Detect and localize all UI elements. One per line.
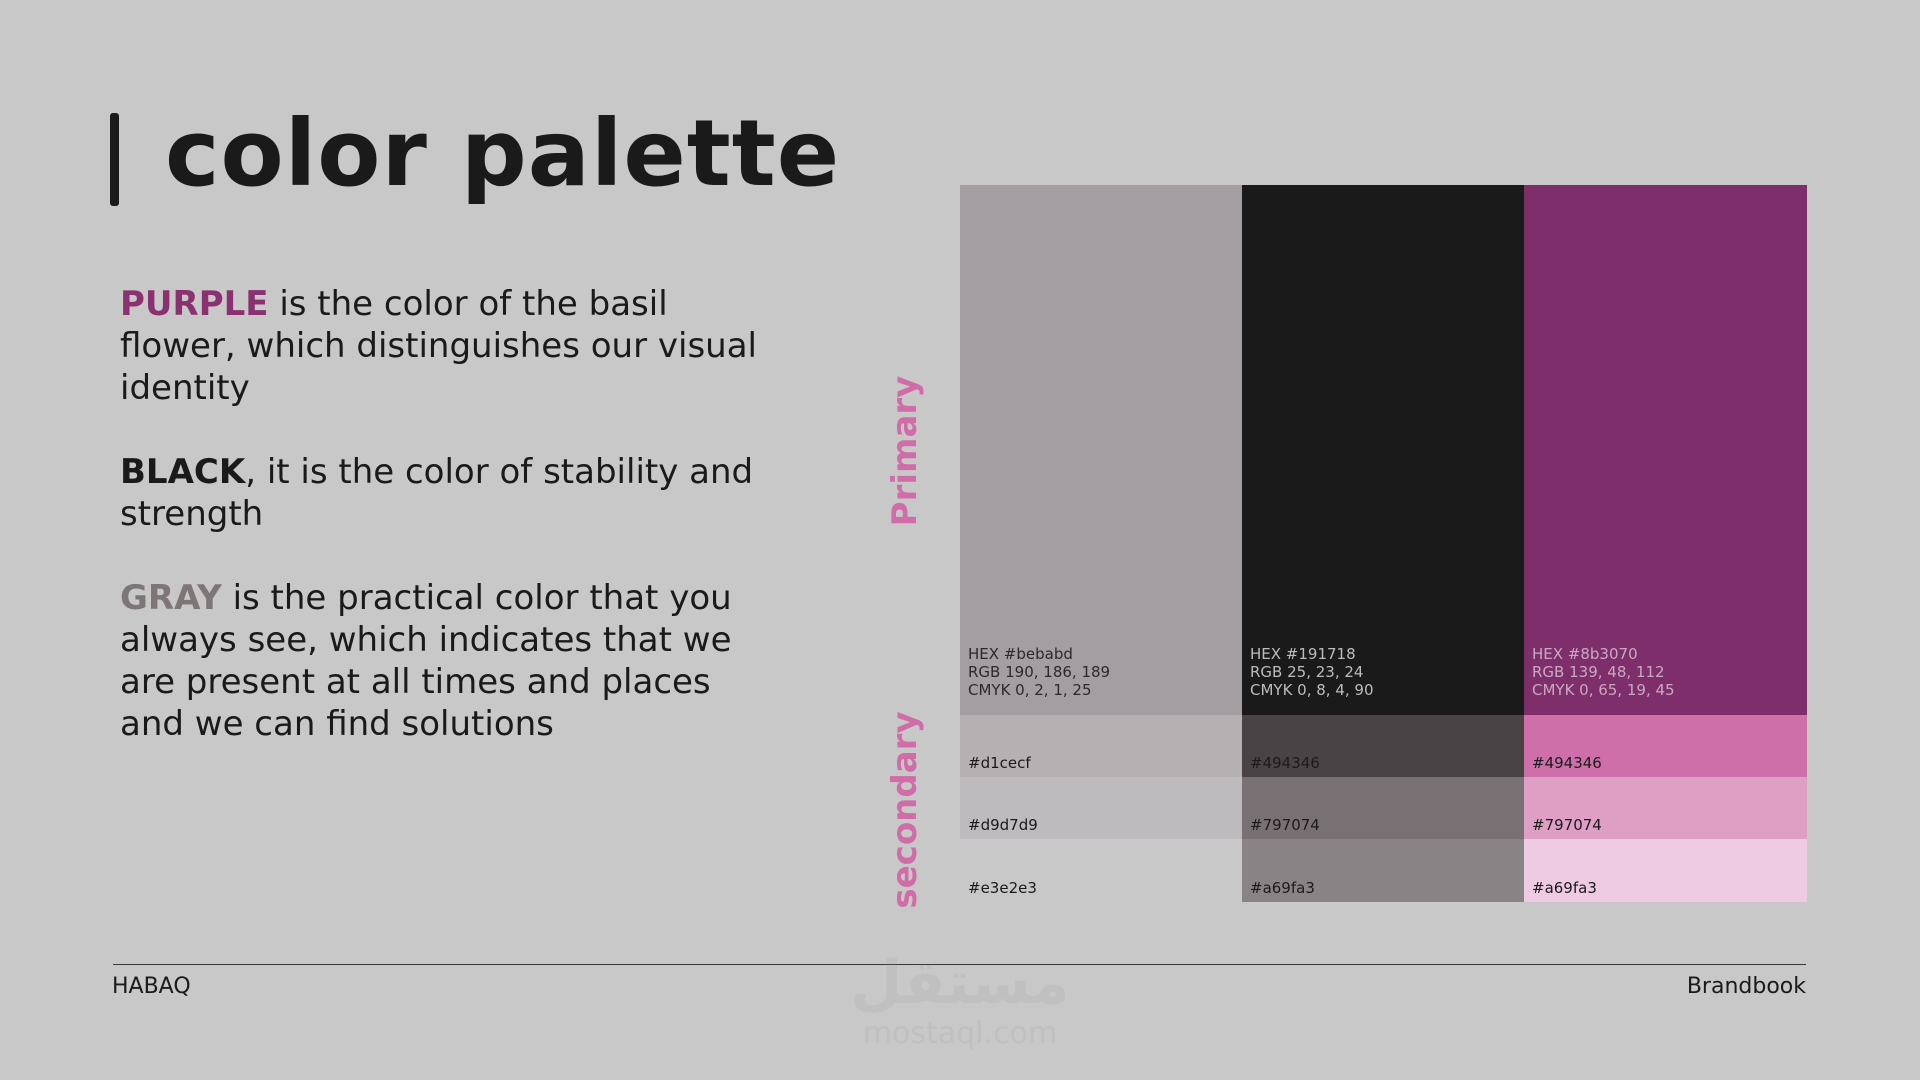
cmyk-value: CMYK 0, 2, 1, 25 xyxy=(968,681,1092,699)
palette-column-gray: HEX #bebabd RGB 190, 186, 189 CMYK 0, 2,… xyxy=(960,185,1242,902)
secondary-swatch: #797074 xyxy=(1242,777,1524,839)
secondary-swatch-label: #494346 xyxy=(1532,754,1602,772)
secondary-swatch: #494346 xyxy=(1242,715,1524,777)
secondary-swatch: #494346 xyxy=(1524,715,1807,777)
palette-column-black: HEX #191718 RGB 25, 23, 24 CMYK 0, 8, 4,… xyxy=(1242,185,1524,902)
primary-swatch-black: HEX #191718 RGB 25, 23, 24 CMYK 0, 8, 4,… xyxy=(1242,185,1524,715)
secondary-swatch: #a69fa3 xyxy=(1524,839,1807,902)
title-accent-bar xyxy=(110,113,119,206)
secondary-swatch-label: #797074 xyxy=(1250,816,1320,834)
secondary-label: secondary xyxy=(885,711,925,909)
secondary-swatch: #e3e2e3 xyxy=(960,839,1242,902)
description-paragraph-purple: PURPLE is the color of the basil flower,… xyxy=(120,283,770,409)
secondary-swatch-label: #a69fa3 xyxy=(1532,879,1597,897)
secondary-swatch-label: #a69fa3 xyxy=(1250,879,1315,897)
keyword-purple: PURPLE xyxy=(120,284,269,324)
description-paragraph-black: BLACK, it is the color of stability and … xyxy=(120,451,770,535)
footer-brand: HABAQ xyxy=(112,974,191,999)
primary-swatch-purple: HEX #8b3070 RGB 139, 48, 112 CMYK 0, 65,… xyxy=(1524,185,1807,715)
secondary-swatch-label: #e3e2e3 xyxy=(968,879,1037,897)
hex-value: HEX #191718 xyxy=(1250,645,1356,663)
secondary-swatch: #d9d7d9 xyxy=(960,777,1242,839)
rgb-value: RGB 25, 23, 24 xyxy=(1250,663,1364,681)
hex-value: HEX #8b3070 xyxy=(1532,645,1638,663)
color-palette-grid: HEX #bebabd RGB 190, 186, 189 CMYK 0, 2,… xyxy=(960,185,1807,902)
watermark-arabic-text: مستقل xyxy=(850,948,1070,1018)
palette-column-purple: HEX #8b3070 RGB 139, 48, 112 CMYK 0, 65,… xyxy=(1524,185,1807,902)
footer-document-type: Brandbook xyxy=(1686,974,1806,999)
primary-swatch-gray: HEX #bebabd RGB 190, 186, 189 CMYK 0, 2,… xyxy=(960,185,1242,715)
secondary-swatch-label: #d9d7d9 xyxy=(968,816,1038,834)
rgb-value: RGB 190, 186, 189 xyxy=(968,663,1111,681)
secondary-swatch: #797074 xyxy=(1524,777,1807,839)
secondary-swatch-label: #d1cecf xyxy=(968,754,1031,772)
color-description: PURPLE is the color of the basil flower,… xyxy=(120,283,770,787)
keyword-black: BLACK xyxy=(120,452,246,492)
watermark-latin-text: mostaql.com xyxy=(862,1016,1058,1051)
secondary-swatch-label: #494346 xyxy=(1250,754,1320,772)
watermark-logo: مستقل mostaql.com xyxy=(840,950,1080,1060)
cmyk-value: CMYK 0, 65, 19, 45 xyxy=(1532,681,1675,699)
keyword-gray: GRAY xyxy=(120,578,222,618)
secondary-swatch-label: #797074 xyxy=(1532,816,1602,834)
primary-swatch-info: HEX #8b3070 RGB 139, 48, 112 CMYK 0, 65,… xyxy=(1532,645,1675,699)
hex-value: HEX #bebabd xyxy=(968,645,1073,663)
primary-label: Primary xyxy=(885,375,925,527)
secondary-swatch: #a69fa3 xyxy=(1242,839,1524,902)
rgb-value: RGB 139, 48, 112 xyxy=(1532,663,1665,681)
primary-swatch-info: HEX #191718 RGB 25, 23, 24 CMYK 0, 8, 4,… xyxy=(1250,645,1374,699)
cmyk-value: CMYK 0, 8, 4, 90 xyxy=(1250,681,1374,699)
page-title: color palette xyxy=(165,100,841,207)
secondary-swatch: #d1cecf xyxy=(960,715,1242,777)
primary-swatch-info: HEX #bebabd RGB 190, 186, 189 CMYK 0, 2,… xyxy=(968,645,1110,699)
description-paragraph-gray: GRAY is the practical color that you alw… xyxy=(120,577,770,745)
